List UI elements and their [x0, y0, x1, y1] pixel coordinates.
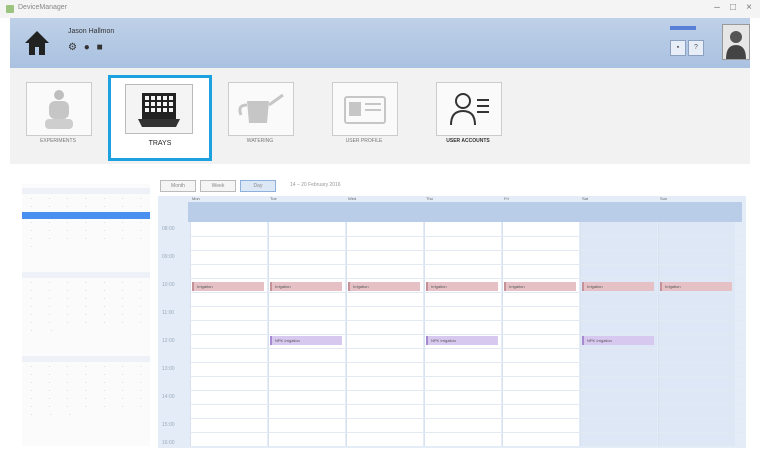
calendar-event[interactable]: Irrigation	[426, 282, 498, 291]
gear-icon[interactable]: ⚙	[68, 42, 79, 53]
mini-calendar-month: · · · · · · · · · · · · · · · · · · · · · · · · · · · · · · · · · · · …	[22, 188, 150, 272]
week-calendar: Mon Tue Wed Thu Fri Sat Sun 08:00 09:00 …	[158, 196, 746, 448]
day-header: Thu	[426, 196, 433, 201]
time-label: 10:00	[162, 282, 175, 288]
day-header: Fri	[504, 196, 509, 201]
app-header: Jason Hallmon ⚙ ● ■ ▪ ?	[10, 18, 750, 68]
tile-label: EXPERIMENTS	[40, 138, 76, 144]
id-card-icon	[344, 96, 386, 124]
selected-week[interactable]	[22, 212, 150, 219]
tile-label: WATERING	[246, 138, 274, 144]
calendar-event[interactable]: Irrigation	[582, 282, 654, 291]
time-label: 14:00	[162, 394, 175, 400]
calendar-event[interactable]: Irrigation	[504, 282, 576, 291]
mini-calendar-panel: · · · · · · · · · · · · · · · · · · · · · · · · · · · · · · · · · · · …	[22, 184, 150, 446]
calendar-event[interactable]: Irrigation	[270, 282, 342, 291]
app-icon	[6, 5, 14, 13]
view-month-button[interactable]: Month	[160, 180, 196, 192]
minimize-button[interactable]: –	[710, 2, 724, 13]
organization-name: Jason Hallmon	[68, 28, 115, 35]
tile-user-profile[interactable]: USER PROFILE	[328, 82, 400, 146]
window-title: DeviceManager	[18, 4, 68, 11]
time-label: 16:00	[162, 440, 175, 446]
day-header: Mon	[192, 196, 200, 201]
avatar[interactable]	[722, 24, 750, 60]
calendar-event[interactable]: Irrigation	[192, 282, 264, 291]
language-button[interactable]: ▪	[670, 40, 686, 56]
calendar-event[interactable]: NPK Irrigation	[270, 336, 342, 345]
user-list-icon	[450, 93, 489, 126]
tray-icon[interactable]: ■	[97, 42, 105, 53]
tile-trays[interactable]: TRAYS	[108, 75, 212, 161]
tile-label: USER PROFILE	[345, 138, 383, 144]
date-range: 14 – 20 February 2016	[290, 182, 341, 188]
tile-label: TRAYS	[148, 140, 172, 147]
view-week-button[interactable]: Week	[200, 180, 236, 192]
mini-calendar-month: · · · · · · · · · · · · · · · · · · · · · · · · · · · · · · · · · · · …	[22, 272, 150, 356]
trays-icon	[138, 93, 180, 127]
time-label: 15:00	[162, 422, 175, 428]
title-bar: DeviceManager – □ ×	[0, 0, 760, 18]
calendar-event[interactable]: Irrigation	[348, 282, 420, 291]
help-button[interactable]: ?	[688, 40, 704, 56]
all-day-band	[188, 202, 742, 222]
tile-experiments[interactable]: EXPERIMENTS	[22, 82, 94, 146]
maximize-button[interactable]: □	[726, 2, 740, 13]
user-link[interactable]	[670, 26, 696, 30]
bell-icon[interactable]: ●	[84, 42, 92, 53]
close-button[interactable]: ×	[742, 2, 756, 13]
calendar-event[interactable]: NPK Irrigation	[582, 336, 654, 345]
mini-calendar-month: · · · · · · · · · · · · · · · · · · · · · · · · · · · · · · · · · · · …	[22, 356, 150, 440]
time-label: 11:00	[162, 310, 175, 316]
module-toolbar: EXPERIMENTS TRAYS WATERING USER PROFILE …	[10, 68, 750, 164]
time-label: 13:00	[162, 366, 175, 372]
calendar-event[interactable]: NPK Irrigation	[426, 336, 498, 345]
tile-user-accounts[interactable]: USER ACCOUNTS	[432, 82, 504, 146]
experiments-icon	[45, 90, 73, 129]
day-header: Sun	[660, 196, 668, 201]
header-icons: ⚙ ● ■	[68, 42, 105, 53]
time-label: 12:00	[162, 338, 175, 344]
tile-label: USER ACCOUNTS	[446, 138, 490, 144]
watering-can-icon	[238, 93, 284, 123]
time-label: 08:00	[162, 226, 175, 232]
tile-watering[interactable]: WATERING	[224, 82, 296, 146]
time-label: 09:00	[162, 254, 175, 260]
view-day-button[interactable]: Day	[240, 180, 276, 192]
day-header: Wed	[348, 196, 357, 201]
calendar-event[interactable]: Irrigation	[660, 282, 732, 291]
calendar-main: Month Week Day 14 – 20 February 2016 Mon…	[150, 176, 750, 448]
day-header: Sat	[582, 196, 589, 201]
home-icon[interactable]	[22, 28, 52, 58]
day-header: Tue	[270, 196, 277, 201]
